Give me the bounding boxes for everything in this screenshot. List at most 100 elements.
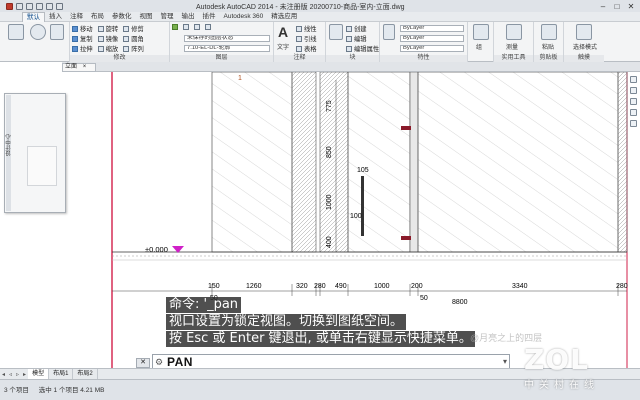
pillar-right bbox=[617, 72, 628, 253]
select-mode-label[interactable]: 选择模式 bbox=[573, 42, 597, 51]
arc-tool-icon[interactable] bbox=[50, 24, 64, 40]
match-properties-icon[interactable] bbox=[383, 24, 395, 40]
edit-block-button[interactable]: 编辑 bbox=[346, 34, 367, 43]
copy-icon bbox=[72, 35, 78, 42]
trim-icon bbox=[123, 25, 130, 32]
navigation-bar bbox=[629, 76, 637, 170]
array-button[interactable]: 阵列 bbox=[123, 44, 144, 53]
dim-b-9: 280 bbox=[616, 283, 628, 290]
orbit-icon[interactable] bbox=[629, 109, 637, 116]
line-tool-icon[interactable] bbox=[8, 24, 24, 40]
current-layer-dropdown[interactable]: 7.10-EL-DL-轮廓 bbox=[184, 45, 270, 52]
rotate-button[interactable]: 旋转 bbox=[97, 24, 118, 33]
dim-b-3: 320 bbox=[296, 283, 308, 290]
command-recent-chevron-icon[interactable]: ▾ bbox=[503, 357, 507, 366]
ribbon-tabs: 默认 插入 注释 布局 参数化 视图 管理 输出 插件 Autodesk 360… bbox=[0, 11, 640, 22]
next-layout-icon[interactable]: ▹ bbox=[14, 371, 21, 378]
close-icon[interactable]: ✕ bbox=[624, 0, 638, 12]
tab-layout-1[interactable]: 布局1 bbox=[49, 369, 74, 379]
layer-freeze-icon[interactable] bbox=[194, 24, 200, 30]
layer-panel-title: 图层 bbox=[170, 55, 273, 62]
door-frame bbox=[409, 72, 419, 253]
command-wrench-icon[interactable]: ⚙ bbox=[153, 355, 165, 369]
first-layout-icon[interactable]: ◂ bbox=[0, 371, 7, 378]
door-hinge-top bbox=[401, 126, 411, 130]
insert-block-icon[interactable] bbox=[329, 24, 343, 40]
dim-b-2: 1260 bbox=[246, 283, 262, 290]
tab-model[interactable]: 模型 bbox=[28, 369, 50, 379]
tab-autodesk-360[interactable]: Autodesk 360 bbox=[220, 12, 268, 22]
trim-button[interactable]: 修剪 bbox=[123, 24, 144, 33]
command-line-close-icon[interactable]: ✕ bbox=[136, 358, 150, 368]
tab-output[interactable]: 输出 bbox=[178, 12, 199, 22]
color-dropdown[interactable]: ByLayer bbox=[400, 25, 464, 32]
tab-parametric[interactable]: 参数化 bbox=[108, 12, 136, 22]
file-tabs: 立面 × bbox=[62, 62, 640, 72]
annotation-panel: A 文字 线性 引线 表格 注释 bbox=[274, 22, 326, 62]
ribbon: 移动 旋转 修剪 复制 镜像 圆角 拉伸 缩放 阵列 修改 未保存的图层状态 7… bbox=[0, 22, 640, 62]
minimize-icon[interactable]: – bbox=[596, 0, 610, 12]
copy-button[interactable]: 复制 bbox=[72, 34, 93, 43]
last-layout-icon[interactable]: ▸ bbox=[21, 371, 28, 378]
tab-insert[interactable]: 插入 bbox=[45, 12, 66, 22]
redo-icon[interactable] bbox=[56, 2, 63, 10]
layer-state-dropdown[interactable]: 未保存的图层状态 bbox=[184, 35, 270, 42]
tab-featured-apps[interactable]: 精选应用 bbox=[267, 12, 301, 22]
maximize-icon[interactable]: □ bbox=[610, 0, 624, 12]
file-tab-elevation[interactable]: 立面 × bbox=[62, 63, 96, 72]
design-center-palette[interactable]: 设计中心 bbox=[4, 93, 66, 213]
modify-row-1: 移动 旋转 修剪 bbox=[72, 24, 144, 33]
tab-annotate[interactable]: 注释 bbox=[66, 12, 87, 22]
command-history-line-3: 按 Esc 或 Enter 键退出, 或单击右键显示快捷菜单。 bbox=[166, 331, 475, 347]
linear-dim-button[interactable]: 线性 bbox=[296, 24, 317, 33]
file-tab-close-icon[interactable]: × bbox=[83, 64, 87, 70]
measure-label[interactable]: 测量 bbox=[506, 42, 518, 51]
utilities-panel: 测量 实用工具 bbox=[494, 22, 534, 62]
measure-icon[interactable] bbox=[506, 24, 522, 40]
undo-icon[interactable] bbox=[46, 2, 53, 10]
circle-tool-icon[interactable] bbox=[30, 24, 46, 40]
tab-view[interactable]: 视图 bbox=[136, 12, 157, 22]
text-tool-icon[interactable]: A bbox=[278, 24, 288, 40]
new-file-icon[interactable] bbox=[16, 2, 23, 10]
dim-handle-1: 105 bbox=[357, 167, 369, 174]
table-button[interactable]: 表格 bbox=[296, 44, 317, 53]
elevation-label: ±0.000 bbox=[145, 245, 168, 254]
group-label[interactable]: 组 bbox=[476, 42, 482, 51]
mirror-icon bbox=[97, 35, 104, 42]
create-block-button[interactable]: 创建 bbox=[346, 24, 367, 33]
zoom-icon[interactable] bbox=[629, 98, 637, 105]
stretch-button[interactable]: 拉伸 bbox=[72, 44, 93, 53]
fillet-button[interactable]: 圆角 bbox=[123, 34, 144, 43]
paste-label[interactable]: 粘贴 bbox=[542, 42, 554, 51]
tab-home[interactable]: 默认 bbox=[22, 11, 45, 22]
select-mode-icon[interactable] bbox=[576, 24, 592, 40]
tab-plugins[interactable]: 插件 bbox=[199, 12, 220, 22]
group-icon[interactable] bbox=[473, 24, 489, 40]
save-icon[interactable] bbox=[36, 2, 43, 10]
pan-icon[interactable] bbox=[629, 87, 637, 94]
app-menu-icon[interactable] bbox=[6, 2, 13, 10]
text-tool-label[interactable]: 文字 bbox=[277, 42, 289, 51]
layer-on-icon[interactable] bbox=[183, 24, 189, 30]
modify-row-3: 拉伸 缩放 阵列 bbox=[72, 44, 144, 53]
move-button[interactable]: 移动 bbox=[72, 24, 93, 33]
edit-attributes-button[interactable]: 编辑属性 bbox=[346, 44, 379, 53]
scale-button[interactable]: 缩放 bbox=[97, 44, 118, 53]
prev-layout-icon[interactable]: ◃ bbox=[7, 371, 14, 378]
mirror-button[interactable]: 镜像 bbox=[97, 34, 118, 43]
touch-panel-title: 触摸 bbox=[564, 55, 604, 62]
paste-icon[interactable] bbox=[541, 24, 557, 40]
lineweight-dropdown[interactable]: ByLayer bbox=[400, 35, 464, 42]
leader-button[interactable]: 引线 bbox=[296, 34, 317, 43]
tab-layout-2[interactable]: 布局2 bbox=[73, 369, 98, 379]
command-input-value[interactable]: PAN bbox=[165, 355, 193, 369]
open-file-icon[interactable] bbox=[26, 2, 33, 10]
steering-wheel-icon[interactable] bbox=[629, 76, 637, 83]
tab-layout[interactable]: 布局 bbox=[87, 12, 108, 22]
layer-properties-icon[interactable] bbox=[172, 24, 178, 30]
showmotion-icon[interactable] bbox=[629, 120, 637, 127]
tab-manage[interactable]: 管理 bbox=[157, 12, 178, 22]
layer-lock-icon[interactable] bbox=[205, 24, 211, 30]
linetype-dropdown[interactable]: ByLayer bbox=[400, 45, 464, 52]
